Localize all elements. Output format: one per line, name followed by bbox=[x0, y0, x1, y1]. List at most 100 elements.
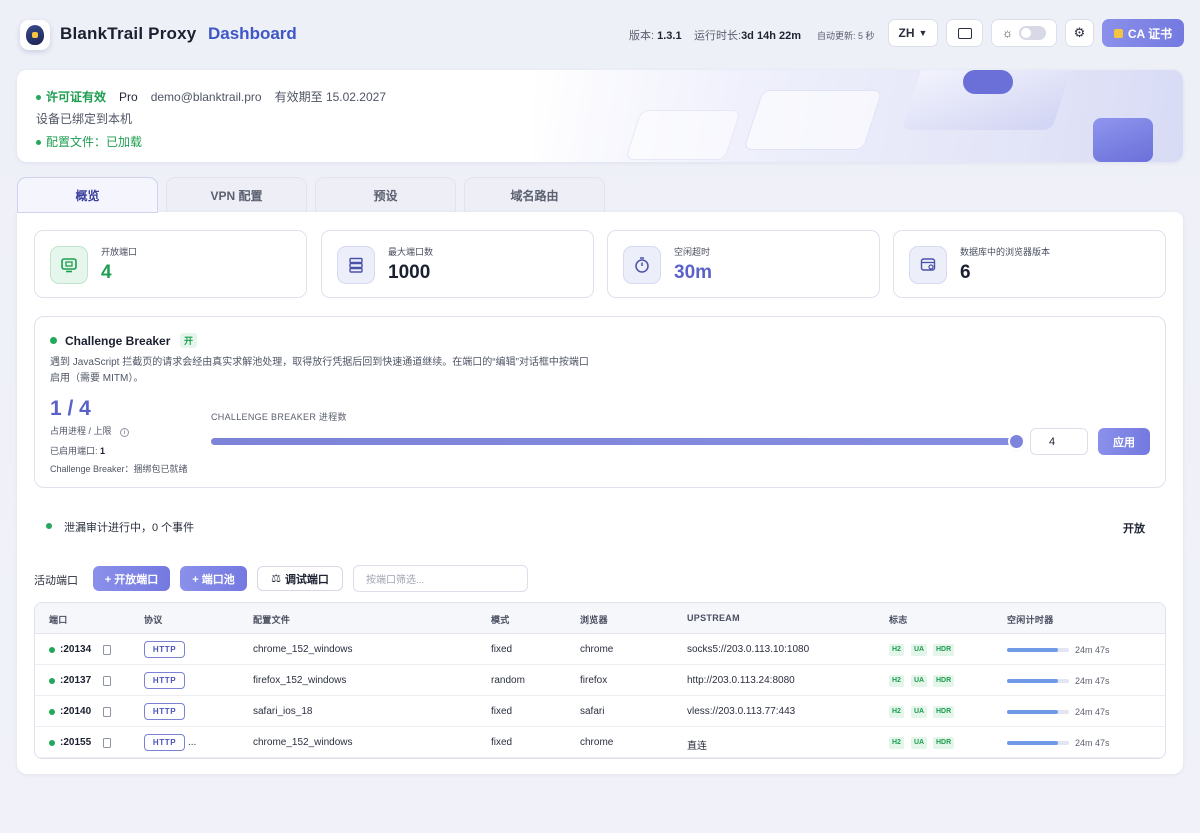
stat-value: 30m bbox=[674, 262, 713, 283]
flag-badge: UA bbox=[911, 737, 928, 749]
shield-lock-icon bbox=[26, 25, 44, 45]
flag-badge: UA bbox=[911, 675, 928, 687]
table-row[interactable]: :20155 HTTP... chrome_152_windows fixed chro… bbox=[35, 727, 1165, 758]
process-ratio-label: 占用进程 / 上限 i bbox=[50, 424, 130, 437]
table-row[interactable]: :20140 HTTP safari_ios_18 fixed safari vless:… bbox=[35, 696, 1165, 727]
debug-port-button[interactable]: ⚖ 调试端口 bbox=[257, 566, 343, 591]
mode-cell: fixed bbox=[491, 737, 513, 748]
slider-thumb[interactable] bbox=[1010, 435, 1023, 448]
port-number: :20134 bbox=[60, 644, 92, 655]
upstream-cell: socks5://203.0.113.10:1080 bbox=[687, 644, 810, 655]
active-ports-label: 活动端口 bbox=[34, 575, 78, 587]
stat-browser-versions: 数据库中的浏览器版本 6 bbox=[893, 230, 1166, 298]
stat-label: 空闲超时 bbox=[674, 247, 711, 257]
language-select[interactable]: ZH ▼ bbox=[888, 19, 938, 47]
copy-icon[interactable] bbox=[103, 707, 111, 717]
browser-cell: chrome bbox=[580, 737, 614, 748]
flag-badge: H2 bbox=[889, 706, 904, 718]
tab-domain-routing[interactable]: 域名路由 bbox=[464, 177, 605, 213]
port-filter-input[interactable]: 按端口筛选... bbox=[353, 565, 528, 592]
flag-badge: UA bbox=[911, 644, 928, 656]
autorefresh-value: 5 秒 bbox=[858, 31, 875, 41]
col-mode[interactable]: 模式 bbox=[491, 613, 510, 626]
license-email: demo@blanktrail.pro bbox=[150, 89, 262, 104]
uptime-value: 3d 14h 22m bbox=[741, 30, 801, 42]
copy-icon[interactable] bbox=[103, 645, 111, 655]
col-port[interactable]: 端口 bbox=[49, 613, 68, 626]
config-status: 配置文件：已加载 bbox=[36, 133, 142, 150]
browser-cell: safari bbox=[580, 706, 605, 717]
browser-cell: chrome bbox=[580, 644, 614, 655]
copy-icon[interactable] bbox=[103, 738, 111, 748]
table-row[interactable]: :20137 HTTP firefox_152_windows random firef… bbox=[35, 665, 1165, 696]
table-row[interactable]: :20134 HTTP chrome_152_windows fixed chrome s… bbox=[35, 634, 1165, 665]
col-protocol[interactable]: 协议 bbox=[144, 613, 163, 626]
protocol-badge: HTTP bbox=[144, 734, 185, 751]
window-icon bbox=[957, 27, 972, 39]
stat-max-ports: 最大端口数 1000 bbox=[321, 230, 594, 298]
chevron-down-icon: ▼ bbox=[918, 28, 928, 38]
port-pool-button[interactable]: + 端口池 bbox=[180, 566, 247, 591]
idle-timer-value: 24m 47s bbox=[1075, 645, 1110, 655]
apply-button[interactable]: 应用 bbox=[1098, 428, 1150, 455]
server-icon bbox=[337, 246, 375, 284]
mode-cell: fixed bbox=[491, 644, 513, 655]
app-name: BlankTrail Proxy bbox=[60, 24, 197, 43]
profile-cell: chrome_152_windows bbox=[253, 644, 353, 655]
leak-audit-open-button[interactable]: 开放 bbox=[1123, 520, 1145, 536]
process-count-input[interactable]: 4 bbox=[1030, 428, 1088, 455]
lock-icon bbox=[1113, 28, 1123, 38]
challenge-breaker-description: 遇到 JavaScript 拦截页的请求会经由真实求解池处理，取得放行凭据后回到… bbox=[50, 357, 589, 384]
license-status: 许可证有效 bbox=[36, 88, 106, 105]
browser-cell: firefox bbox=[580, 675, 608, 686]
idle-progress-bar bbox=[1007, 679, 1069, 683]
challenge-breaker-card: Challenge Breaker 开 遇到 JavaScript 拦截页的请求… bbox=[34, 316, 1166, 488]
col-browser[interactable]: 浏览器 bbox=[580, 613, 608, 626]
flag-badge: HDR bbox=[933, 737, 955, 749]
flag-badge: UA bbox=[911, 706, 928, 718]
app-section-title: Dashboard bbox=[208, 24, 297, 43]
stat-value: 6 bbox=[960, 262, 971, 283]
profile-cell: firefox_152_windows bbox=[253, 675, 347, 686]
status-badge: 开 bbox=[180, 333, 198, 348]
theme-toggle[interactable]: ☼ bbox=[991, 19, 1057, 47]
profile-cell: safari_ios_18 bbox=[253, 706, 313, 717]
theme-switch[interactable] bbox=[1019, 26, 1046, 40]
license-expiry: 有效期至 15.02.2027 bbox=[274, 90, 387, 104]
idle-progress-bar bbox=[1007, 710, 1069, 714]
challenge-breaker-title: Challenge Breaker bbox=[65, 334, 171, 348]
col-flags[interactable]: 标志 bbox=[889, 613, 908, 626]
mode-cell: random bbox=[491, 675, 525, 686]
info-icon[interactable]: i bbox=[120, 428, 130, 437]
status-dot bbox=[50, 337, 57, 344]
settings-button[interactable]: ⚙ bbox=[1065, 19, 1094, 47]
flag-badge: HDR bbox=[933, 675, 955, 687]
upstream-cell: http://203.0.113.24:8080 bbox=[687, 675, 795, 686]
device-bound-text: 设备已绑定到本机 bbox=[36, 112, 133, 126]
slider-label: CHALLENGE BREAKER 进程数 bbox=[211, 412, 347, 422]
idle-progress-bar bbox=[1007, 648, 1069, 652]
status-dot bbox=[49, 709, 55, 715]
copy-icon[interactable] bbox=[103, 676, 111, 686]
col-profile[interactable]: 配置文件 bbox=[253, 613, 290, 626]
window-mode-button[interactable] bbox=[946, 19, 983, 47]
tab-vpn-config[interactable]: VPN 配置 bbox=[166, 177, 307, 213]
ca-certificate-button[interactable]: CA 证书 bbox=[1102, 19, 1184, 47]
upstream-cell: 直连 bbox=[687, 741, 707, 752]
tab-overview[interactable]: 概览 bbox=[17, 177, 158, 213]
col-upstream[interactable]: UPSTREAM bbox=[687, 613, 740, 623]
stat-label: 最大端口数 bbox=[388, 247, 434, 257]
slider-fill bbox=[211, 438, 1016, 445]
sun-icon: ☼ bbox=[1002, 26, 1013, 40]
col-idle-timer[interactable]: 空闲计时器 bbox=[1007, 613, 1054, 626]
protocol-badge: HTTP bbox=[144, 641, 185, 658]
flag-badge: HDR bbox=[933, 644, 955, 656]
stat-value: 4 bbox=[101, 262, 112, 283]
browser-icon bbox=[909, 246, 947, 284]
process-count-slider[interactable] bbox=[211, 435, 1023, 448]
top-bar: BlankTrail Proxy Dashboard 版本: 1.3.1 运行时… bbox=[0, 0, 1200, 68]
protocol-badge: HTTP bbox=[144, 672, 185, 689]
open-port-button[interactable]: + 开放端口 bbox=[93, 566, 170, 591]
process-ratio: 1 / 4 bbox=[50, 397, 91, 420]
tab-presets[interactable]: 预设 bbox=[315, 177, 456, 213]
